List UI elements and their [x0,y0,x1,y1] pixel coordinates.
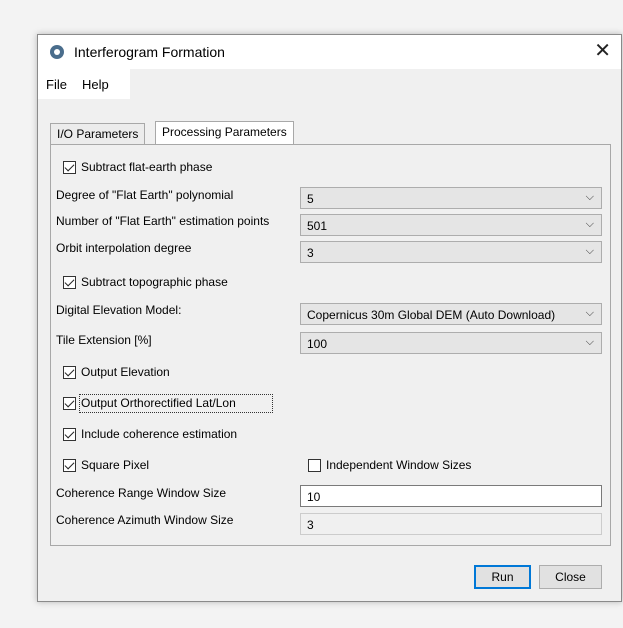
subtract-flat-earth-label: Subtract flat-earth phase [81,160,213,174]
title-bar[interactable]: Interferogram Formation ✕ [38,35,621,69]
window-title: Interferogram Formation [74,44,225,60]
subtract-flat-earth-checkbox[interactable] [63,161,76,174]
independent-windows-checkbox[interactable] [308,459,321,472]
tab-processing-parameters[interactable]: Processing Parameters [155,121,294,145]
orbit-degree-dropdown[interactable]: 3 ⌵ [300,241,602,263]
num-flat-earth-points-dropdown[interactable]: 501 ⌵ [300,214,602,236]
include-coherence-checkbox[interactable] [63,428,76,441]
run-button[interactable]: Run [474,565,531,589]
output-ortho-checkbox[interactable] [63,397,76,410]
close-button[interactable]: Close [539,565,602,589]
num-flat-earth-points-label: Number of "Flat Earth" estimation points [56,214,270,228]
include-coherence-label: Include coherence estimation [81,427,238,441]
dialog-window: Interferogram Formation ✕ File Help I/O … [37,34,622,602]
chevron-down-icon: ⌵ [585,307,594,319]
output-elevation-checkbox[interactable] [63,366,76,379]
chevron-down-icon: ⌵ [585,245,594,257]
degree-flat-earth-label: Degree of "Flat Earth" polynomial [56,188,234,202]
app-logo-icon [50,45,64,59]
chevron-down-icon: ⌵ [585,218,594,230]
coh-range-input[interactable]: 10 [300,485,602,507]
orbit-degree-label: Orbit interpolation degree [56,241,192,255]
tile-extension-dropdown[interactable]: 100 ⌵ [300,332,602,354]
close-window-icon[interactable]: ✕ [594,39,611,63]
dem-dropdown[interactable]: Copernicus 30m Global DEM (Auto Download… [300,303,602,325]
coh-range-label: Coherence Range Window Size [56,486,227,500]
processing-parameters-panel: Subtract flat-earth phase Degree of "Fla… [50,144,611,546]
degree-flat-earth-dropdown[interactable]: 5 ⌵ [300,187,602,209]
independent-windows-label: Independent Window Sizes [326,458,472,472]
tab-io-parameters[interactable]: I/O Parameters [50,123,146,145]
subtract-topo-label: Subtract topographic phase [81,275,228,289]
coh-azimuth-input[interactable]: 3 [300,513,602,535]
dem-label: Digital Elevation Model: [56,303,182,317]
square-pixel-label: Square Pixel [81,458,150,472]
square-pixel-checkbox[interactable] [63,459,76,472]
output-elevation-label: Output Elevation [81,365,170,379]
menu-bar: File Help [38,69,621,99]
chevron-down-icon: ⌵ [585,191,594,203]
chevron-down-icon: ⌵ [585,336,594,348]
menu-help[interactable]: Help [82,77,109,92]
menu-file[interactable]: File [46,77,67,92]
coh-azimuth-label: Coherence Azimuth Window Size [56,513,234,527]
output-ortho-label: Output Orthorectified Lat/Lon [81,396,236,410]
tile-extension-label: Tile Extension [%] [56,333,152,347]
subtract-topo-checkbox[interactable] [63,276,76,289]
